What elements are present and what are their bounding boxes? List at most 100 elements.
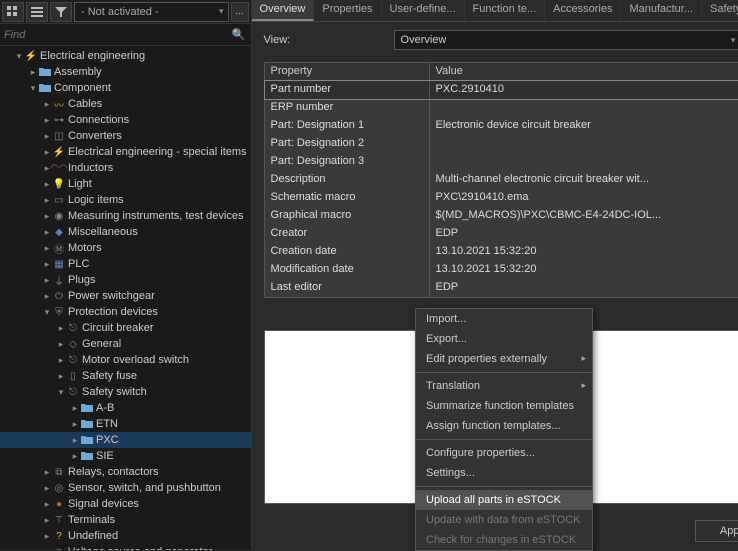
expand-icon: ▸: [42, 483, 52, 494]
prop-name: Part number: [265, 81, 430, 99]
prop-value[interactable]: $(MD_MACROS)\PXC\CBMC-E4-24DC-IOL...: [430, 207, 738, 225]
table-row[interactable]: CreatorEDP: [265, 225, 738, 243]
tab-functemplates[interactable]: Function te...: [465, 0, 546, 21]
menu-translation[interactable]: Translation: [416, 376, 592, 396]
tree-node[interactable]: ▸◆Miscellaneous: [0, 224, 251, 240]
list-mode-icon[interactable]: [26, 2, 48, 22]
tree-node[interactable]: ▸💡Light: [0, 176, 251, 192]
cables-icon: 〰: [52, 97, 66, 111]
prop-value[interactable]: [430, 135, 738, 153]
tree-node[interactable]: ▸⊶Connections: [0, 112, 251, 128]
find-input[interactable]: [4, 26, 231, 44]
tab-userdef[interactable]: User-define...: [382, 0, 465, 21]
tab-overview[interactable]: Overview: [252, 0, 315, 21]
prop-value[interactable]: Multi-channel electronic circuit breaker…: [430, 171, 738, 189]
prop-value[interactable]: [430, 153, 738, 171]
tree-mfr[interactable]: ▸ETN: [0, 416, 251, 432]
tree-node[interactable]: ▸◉Measuring instruments, test devices: [0, 208, 251, 224]
table-row[interactable]: Part: Designation 2: [265, 135, 738, 153]
tree-node[interactable]: ▸〰Cables: [0, 96, 251, 112]
tree-node[interactable]: ▸▯Safety fuse: [0, 368, 251, 384]
table-row[interactable]: Graphical macro$(MD_MACROS)\PXC\CBMC-E4-…: [265, 207, 738, 225]
tree-root-partial[interactable]: ▾ ⚡ Electrical engineering: [0, 48, 251, 64]
tree-node-component[interactable]: ▾ Component: [0, 80, 251, 96]
table-row[interactable]: ERP number: [265, 99, 738, 117]
tree-node[interactable]: ▸?Undefined: [0, 528, 251, 544]
tree-node[interactable]: ▸◠◠Inductors: [0, 160, 251, 176]
table-row[interactable]: Part numberPXC.2910410: [265, 81, 738, 99]
parts-tree[interactable]: ▾ ⚡ Electrical engineering ▸ Assembly ▾ …: [0, 46, 251, 550]
apply-button[interactable]: Apply: [695, 520, 738, 542]
filter-combo[interactable]: - Not activated -: [74, 2, 229, 22]
table-row[interactable]: Schematic macroPXC\2910410.ema: [265, 189, 738, 207]
tree-node[interactable]: ▸⊤Terminals: [0, 512, 251, 528]
prop-name: Part: Designation 1: [265, 117, 430, 135]
table-row[interactable]: Part: Designation 1Electronic device cir…: [265, 117, 738, 135]
tree-node-assembly[interactable]: ▸ Assembly: [0, 64, 251, 80]
tab-safety[interactable]: Safety-relat...: [702, 0, 738, 21]
expand-icon: ▸: [56, 355, 66, 366]
tree-label: Assembly: [54, 66, 102, 78]
expand-icon: ▸: [42, 211, 52, 222]
search-icon[interactable]: 🔍: [231, 28, 247, 41]
tree-mode-icon[interactable]: [2, 2, 24, 22]
menu-upload-estock[interactable]: Upload all parts in eSTOCK: [416, 490, 592, 510]
menu-summarize[interactable]: Summarize function templates: [416, 396, 592, 416]
prop-value[interactable]: [430, 99, 738, 117]
menu-assign[interactable]: Assign function templates...: [416, 416, 592, 436]
tree-mfr[interactable]: ▸SIE: [0, 448, 251, 464]
tree-node[interactable]: ▸ⓂMotors: [0, 240, 251, 256]
tree-node[interactable]: ▸◎Sensor, switch, and pushbutton: [0, 480, 251, 496]
expand-icon: ▸: [42, 115, 52, 126]
tree-mfr[interactable]: ▸A-B: [0, 400, 251, 416]
tree-node-protection[interactable]: ▾⛨Protection devices: [0, 304, 251, 320]
tab-properties[interactable]: Properties: [314, 0, 381, 21]
prop-name: Modification date: [265, 261, 430, 279]
tree-node[interactable]: ▸⚡Electrical engineering - special items: [0, 144, 251, 160]
menu-settings[interactable]: Settings...: [416, 463, 592, 483]
protection-icon: ⛨: [52, 305, 66, 319]
tree-node[interactable]: ▸⧉Relays, contactors: [0, 464, 251, 480]
tree-node[interactable]: ▸⎋Motor overload switch: [0, 352, 251, 368]
tree-node[interactable]: ▸⊖Voltage source and generator: [0, 544, 251, 550]
tree-node[interactable]: ▸◇General: [0, 336, 251, 352]
prop-value[interactable]: EDP: [430, 279, 738, 297]
table-row[interactable]: Last editorEDP: [265, 279, 738, 297]
tree-node[interactable]: ▸⏻Power switchgear: [0, 288, 251, 304]
menu-export[interactable]: Export...: [416, 329, 592, 349]
prop-value[interactable]: 13.10.2021 15:32:20: [430, 243, 738, 261]
view-select[interactable]: Overview: [394, 30, 738, 50]
expand-icon: ▸: [70, 451, 80, 462]
tree-mfr-selected[interactable]: ▸PXC: [0, 432, 251, 448]
tab-accessories[interactable]: Accessories: [545, 0, 621, 21]
table-row[interactable]: Part: Designation 3: [265, 153, 738, 171]
menu-import[interactable]: Import...: [416, 309, 592, 329]
table-row[interactable]: Creation date13.10.2021 15:32:20: [265, 243, 738, 261]
prop-value[interactable]: PXC.2910410: [430, 81, 738, 99]
tree-label: General: [82, 338, 121, 350]
tree-node[interactable]: ▸◫Converters: [0, 128, 251, 144]
tree-node[interactable]: ▸⎋Circuit breaker: [0, 320, 251, 336]
col-header-property[interactable]: Property: [265, 63, 430, 81]
tree-node[interactable]: ▸●Signal devices: [0, 496, 251, 512]
tree-node[interactable]: ▸▦PLC: [0, 256, 251, 272]
prop-value[interactable]: 13.10.2021 15:32:20: [430, 261, 738, 279]
filter-icon[interactable]: [50, 2, 72, 22]
col-header-value[interactable]: Value: [430, 63, 738, 81]
prop-value[interactable]: EDP: [430, 225, 738, 243]
filter-more-button[interactable]: ...: [231, 2, 249, 22]
menu-configure[interactable]: Configure properties...: [416, 443, 592, 463]
tree-node[interactable]: ▸▭Logic items: [0, 192, 251, 208]
tab-manufacturer[interactable]: Manufactur...: [621, 0, 702, 21]
tree-label: Electrical engineering - special items: [68, 146, 247, 158]
prop-value[interactable]: PXC\2910410.ema: [430, 189, 738, 207]
prop-name: Creator: [265, 225, 430, 243]
folder-icon: [38, 81, 52, 95]
table-row[interactable]: DescriptionMulti-channel electronic circ…: [265, 171, 738, 189]
table-row[interactable]: Modification date13.10.2021 15:32:20: [265, 261, 738, 279]
tree-node-safety-switch[interactable]: ▾⎋Safety switch: [0, 384, 251, 400]
tree-node[interactable]: ▸⏚Plugs: [0, 272, 251, 288]
tabs-bar: Overview Properties User-define... Funct…: [252, 0, 738, 22]
menu-edit-externally[interactable]: Edit properties externally: [416, 349, 592, 369]
prop-value[interactable]: Electronic device circuit breaker: [430, 117, 738, 135]
